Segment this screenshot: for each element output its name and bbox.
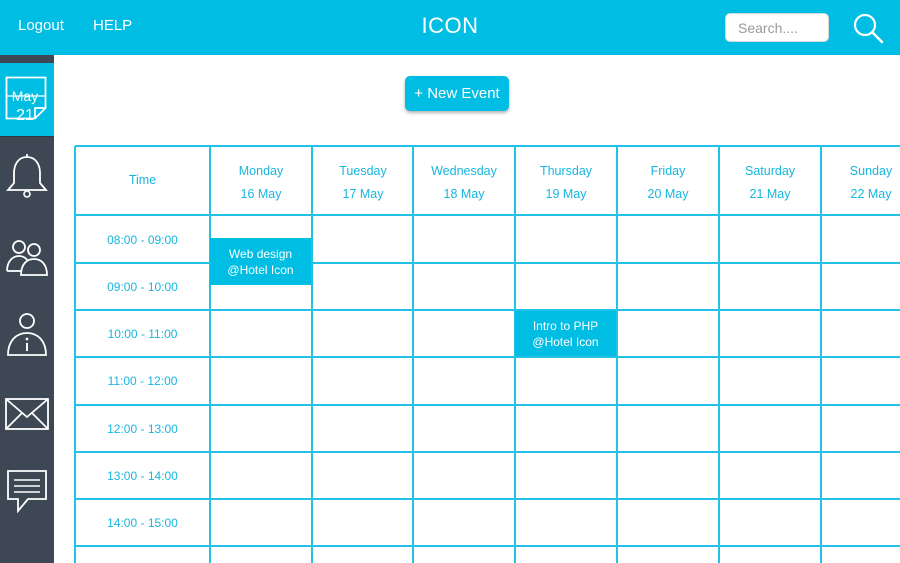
time-slot-label: 13:00 - 14:00: [107, 469, 178, 483]
bell-icon[interactable]: [4, 153, 50, 199]
time-slot-label: 10:00 - 11:00: [107, 327, 178, 341]
grid-line: [75, 309, 900, 311]
day-header-saturday[interactable]: Saturday 21 May: [719, 160, 821, 206]
day-name: Wednesday: [431, 164, 497, 178]
event-web-design[interactable]: Web design @Hotel Icon: [210, 238, 311, 285]
day-name: Thursday: [539, 164, 593, 178]
grid-line: [311, 146, 313, 563]
time-slot-label: 09:00 - 10:00: [107, 280, 178, 294]
day-date: 22 May: [850, 187, 892, 201]
grid-line: [718, 146, 720, 563]
day-name: Sunday: [849, 164, 893, 178]
calendar-month: May: [11, 88, 39, 104]
day-name: Saturday: [744, 164, 796, 178]
calendar-day: 21: [16, 107, 34, 124]
grid-line: [616, 146, 618, 563]
chat-icon[interactable]: [4, 467, 50, 513]
grid-line: [75, 451, 900, 453]
users-icon[interactable]: [4, 233, 50, 279]
day-date: 16 May: [240, 187, 282, 201]
grid-line: [412, 146, 414, 563]
sidebar-item-calendar[interactable]: May 21: [0, 63, 54, 136]
grid-line: [75, 545, 900, 547]
day-name: Tuesday: [339, 164, 387, 178]
sidebar-divider: [0, 136, 54, 137]
mail-icon[interactable]: [4, 391, 50, 437]
time-slot-label: 14:00 - 15:00: [107, 516, 178, 530]
day-name: Friday: [650, 164, 686, 178]
search-icon[interactable]: [852, 12, 884, 44]
top-bar: Logout HELP ICON: [0, 0, 900, 55]
day-header-monday[interactable]: Monday 16 May: [210, 160, 312, 206]
grid-line: [75, 145, 900, 147]
grid-line: [209, 146, 211, 563]
grid-line: [74, 146, 76, 563]
day-date: 17 May: [342, 187, 384, 201]
day-header-friday[interactable]: Friday 20 May: [617, 160, 719, 206]
event-title: Web design: [228, 246, 293, 261]
grid-line: [75, 262, 900, 264]
day-header-tuesday[interactable]: Tuesday 17 May: [312, 160, 414, 206]
day-date: 20 May: [647, 187, 689, 201]
day-date: 18 May: [443, 187, 485, 201]
event-location: @Hotel Icon: [532, 334, 599, 349]
day-header-sunday[interactable]: Sunday 22 May: [821, 160, 900, 206]
time-column-header: Time: [128, 173, 157, 187]
new-event-button[interactable]: + New Event: [405, 76, 509, 111]
grid-line: [75, 404, 900, 406]
grid-line: [75, 356, 900, 358]
event-title: Intro to PHP: [532, 318, 599, 333]
time-slot-label: 12:00 - 13:00: [107, 422, 178, 436]
grid-line: [75, 214, 900, 216]
time-slot-label: 08:00 - 09:00: [107, 233, 178, 247]
grid-line: [820, 146, 822, 563]
time-slot-label: 11:00 - 12:00: [107, 374, 178, 388]
grid-line: [75, 498, 900, 500]
day-date: 19 May: [545, 187, 587, 201]
day-header-wednesday[interactable]: Wednesday 18 May: [413, 160, 515, 206]
event-intro-to-php[interactable]: Intro to PHP @Hotel Icon: [515, 311, 616, 356]
user-info-icon[interactable]: [4, 311, 50, 357]
event-location: @Hotel Icon: [227, 262, 294, 277]
day-name: Monday: [238, 164, 284, 178]
day-date: 21 May: [749, 187, 791, 201]
sidebar: May 21: [0, 55, 54, 563]
search-input[interactable]: [725, 13, 829, 42]
day-header-thursday[interactable]: Thursday 19 May: [515, 160, 617, 206]
